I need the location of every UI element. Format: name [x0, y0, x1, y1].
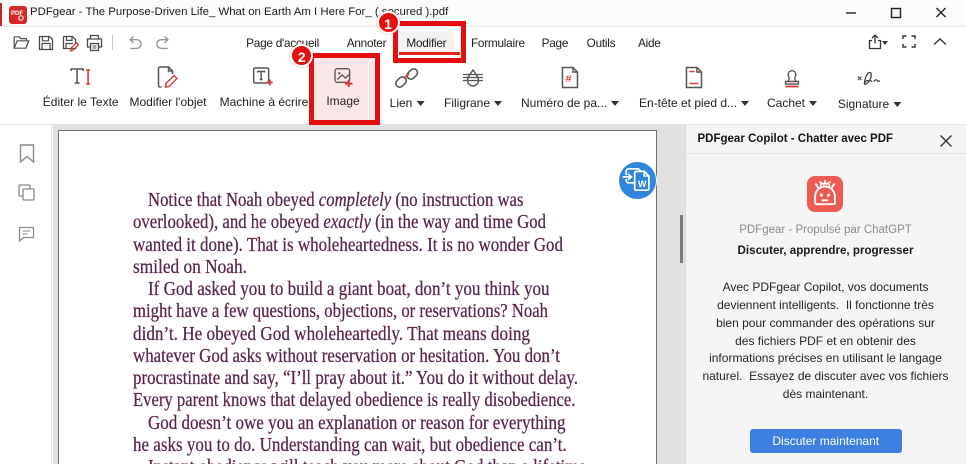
svg-text:W: W — [638, 179, 647, 189]
svg-text:#: # — [566, 73, 572, 85]
